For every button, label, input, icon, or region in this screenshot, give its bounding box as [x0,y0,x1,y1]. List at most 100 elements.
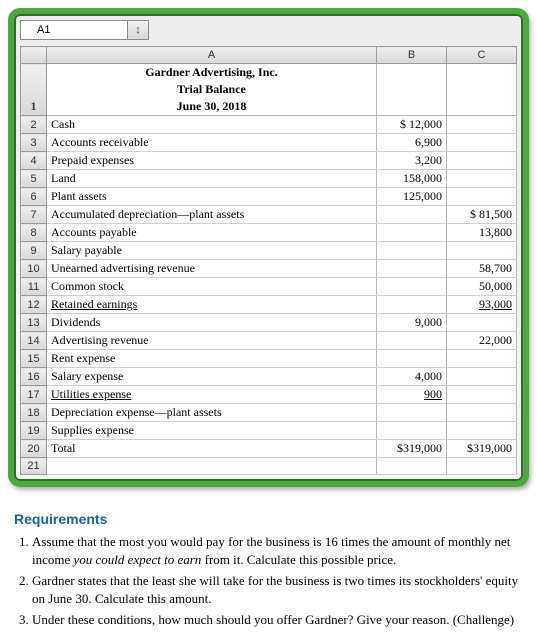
row-header[interactable]: 8 [21,224,47,242]
account-cell[interactable]: Dividends [47,314,377,332]
credit-cell[interactable]: 13,800 [447,224,517,242]
spreadsheet-grid[interactable]: A B C 1 Gardner Advertising, Inc. Trial … [20,46,517,475]
account-cell[interactable]: Unearned advertising revenue [47,260,377,278]
debit-cell[interactable]: 9,000 [377,314,447,332]
row-header[interactable]: 12 [21,296,47,314]
company-name[interactable]: Gardner Advertising, Inc. [47,64,377,82]
credit-cell[interactable]: $ 81,500 [447,206,517,224]
credit-cell[interactable]: 58,700 [447,260,517,278]
row-header[interactable]: 17 [21,386,47,404]
debit-cell[interactable] [377,224,447,242]
debit-cell[interactable]: $ 12,000 [377,116,447,134]
account-cell[interactable]: Accounts receivable [47,134,377,152]
report-name[interactable]: Trial Balance [47,81,377,98]
col-header-b[interactable]: B [377,47,447,64]
debit-cell[interactable]: 4,000 [377,368,447,386]
account-cell[interactable]: Accumulated depreciation—plant assets [47,206,377,224]
account-cell[interactable]: Prepaid expenses [47,152,377,170]
debit-cell[interactable] [377,206,447,224]
debit-cell[interactable]: 900 [377,386,447,404]
row-header[interactable]: 11 [21,278,47,296]
account-cell[interactable]: Common stock [47,278,377,296]
account-cell[interactable]: Advertising revenue [47,332,377,350]
cell[interactable] [447,81,517,98]
credit-cell[interactable] [447,404,517,422]
credit-cell[interactable] [447,458,517,475]
row-header[interactable]: 18 [21,404,47,422]
credit-cell[interactable] [447,152,517,170]
debit-cell[interactable] [377,296,447,314]
row-header[interactable]: 7 [21,206,47,224]
table-row: 18Depreciation expense—plant assets [21,404,517,422]
name-box-dropdown[interactable]: ↕ [127,20,149,40]
row-header[interactable]: 2 [21,116,47,134]
col-header-c[interactable]: C [447,47,517,64]
debit-cell[interactable] [377,242,447,260]
debit-cell[interactable] [377,278,447,296]
report-date[interactable]: June 30, 2018 [47,98,377,116]
row-header[interactable]: 21 [21,458,47,475]
credit-cell[interactable] [447,170,517,188]
account-cell[interactable]: Salary payable [47,242,377,260]
row-header[interactable]: 6 [21,188,47,206]
credit-cell[interactable] [447,242,517,260]
account-cell[interactable]: Salary expense [47,368,377,386]
row-header[interactable]: 14 [21,332,47,350]
account-cell[interactable]: Total [47,440,377,458]
row-header[interactable]: 15 [21,350,47,368]
requirement-item: Under these conditions, how much should … [32,611,523,629]
credit-cell[interactable] [447,134,517,152]
credit-cell[interactable] [447,350,517,368]
credit-cell[interactable] [447,386,517,404]
cell[interactable] [447,64,517,82]
account-cell[interactable]: Land [47,170,377,188]
credit-cell[interactable] [447,188,517,206]
credit-cell[interactable] [447,116,517,134]
debit-cell[interactable]: 3,200 [377,152,447,170]
cell[interactable] [377,64,447,82]
debit-cell[interactable] [377,458,447,475]
requirement-text: Gardner states that the least she will t… [32,573,518,606]
credit-cell[interactable] [447,422,517,440]
debit-cell[interactable]: 158,000 [377,170,447,188]
credit-cell[interactable] [447,314,517,332]
debit-cell[interactable]: 6,900 [377,134,447,152]
cell[interactable] [377,81,447,98]
debit-cell[interactable] [377,260,447,278]
debit-cell[interactable] [377,332,447,350]
account-cell[interactable]: Utilities expense [47,386,377,404]
account-cell[interactable]: Accounts payable [47,224,377,242]
row-header[interactable]: 13 [21,314,47,332]
cell[interactable] [447,98,517,116]
credit-cell[interactable]: $319,000 [447,440,517,458]
row-header[interactable]: 1 [21,64,47,116]
select-all-corner[interactable] [21,47,47,64]
debit-cell[interactable] [377,422,447,440]
account-cell[interactable]: Depreciation expense—plant assets [47,404,377,422]
row-header[interactable]: 10 [21,260,47,278]
credit-cell[interactable]: 93,000 [447,296,517,314]
debit-cell[interactable]: $319,000 [377,440,447,458]
row-header[interactable]: 19 [21,422,47,440]
credit-cell[interactable]: 50,000 [447,278,517,296]
account-cell[interactable] [47,458,377,475]
credit-cell[interactable]: 22,000 [447,332,517,350]
account-cell[interactable]: Cash [47,116,377,134]
credit-cell[interactable] [447,368,517,386]
row-header[interactable]: 5 [21,170,47,188]
account-cell[interactable]: Plant assets [47,188,377,206]
col-header-a[interactable]: A [47,47,377,64]
row-header[interactable]: 16 [21,368,47,386]
row-header[interactable]: 3 [21,134,47,152]
account-cell[interactable]: Retained earnings [47,296,377,314]
row-header[interactable]: 9 [21,242,47,260]
row-header[interactable]: 20 [21,440,47,458]
name-box[interactable]: A1 [20,20,127,40]
debit-cell[interactable] [377,350,447,368]
debit-cell[interactable]: 125,000 [377,188,447,206]
cell[interactable] [377,98,447,116]
account-cell[interactable]: Rent expense [47,350,377,368]
debit-cell[interactable] [377,404,447,422]
account-cell[interactable]: Supplies expense [47,422,377,440]
row-header[interactable]: 4 [21,152,47,170]
